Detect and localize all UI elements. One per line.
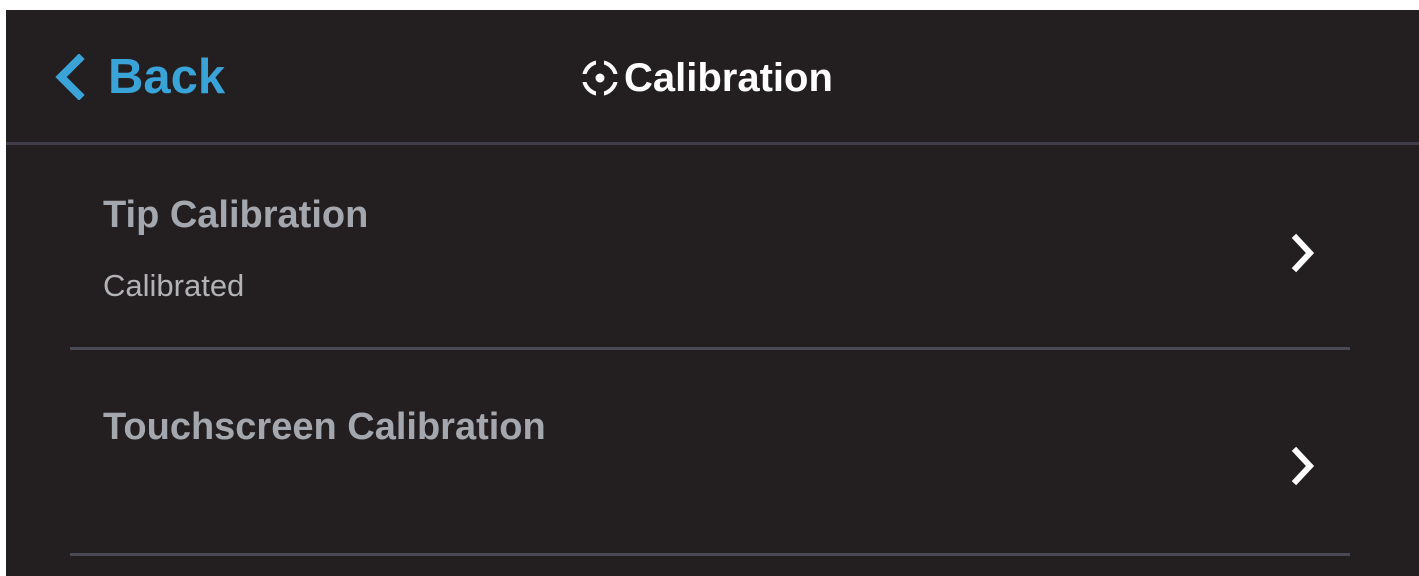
back-button[interactable]: Back [52,48,225,106]
menu-item-title: Tip Calibration [103,194,369,236]
chevron-left-icon [55,54,85,100]
back-label: Back [108,50,226,104]
page-title: Calibration [580,50,833,106]
calibration-screen: Back Calibration Tip Calibration Calibra… [6,10,1419,576]
crosshair-target-icon [580,58,620,98]
menu-item-title: Touchscreen Calibration [103,406,546,448]
menu-item-touchscreen-calibration[interactable]: Touchscreen Calibration [70,353,1350,556]
menu-item-status: Calibrated [103,268,245,303]
header-bar: Back Calibration [6,10,1419,145]
chevron-right-icon [1291,446,1315,486]
chevron-right-icon [1291,233,1315,273]
menu-item-tip-calibration[interactable]: Tip Calibration Calibrated [70,145,1350,350]
divider [70,347,1350,350]
page-title-text: Calibration [624,56,833,100]
divider [70,553,1350,556]
